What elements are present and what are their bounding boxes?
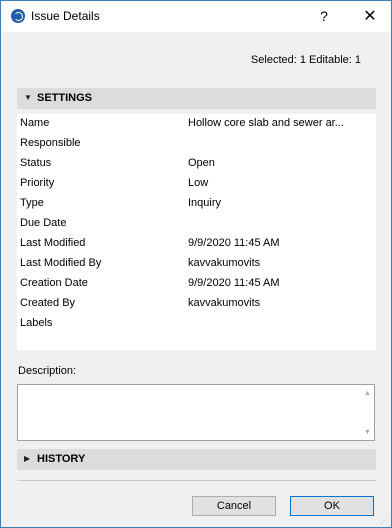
property-row-status[interactable]: Status Open [17,154,376,174]
property-value: kavvakumovits [188,297,261,309]
chevron-right-icon: ▶ [24,454,31,463]
property-value: 9/9/2020 11:45 AM [188,237,280,249]
property-label: Name [20,117,50,129]
property-value[interactable]: Inquiry [188,197,368,209]
settings-properties-list: Name Hollow core slab and sewer ar... Re… [17,114,376,350]
cancel-button[interactable]: Cancel [192,496,276,516]
history-section-header[interactable]: ▶ HISTORY [17,449,376,470]
property-label: Priority [20,177,55,189]
property-row-responsible[interactable]: Responsible [17,134,376,154]
property-row-priority[interactable]: Priority Low [17,174,376,194]
chevron-down-icon: ▼ [24,93,32,102]
settings-header-label: SETTINGS [37,92,93,104]
property-label: Last Modified By [20,257,102,269]
history-header-label: HISTORY [37,453,86,465]
description-label: Description: [18,365,77,377]
property-label: Creation Date [20,277,88,289]
property-label: Type [20,197,44,209]
property-row-type[interactable]: Type Inquiry [17,194,376,214]
window-title: Issue Details [31,9,100,23]
property-row-labels[interactable]: Labels [17,314,376,334]
property-row-creation-date: Creation Date 9/9/2020 11:45 AM [17,274,376,294]
settings-section-header[interactable]: ▼ SETTINGS [17,88,376,109]
property-label: Last Modified [20,237,86,249]
property-label: Responsible [20,137,81,149]
title-bar: Issue Details ? ✕ [1,1,391,32]
property-row-due-date[interactable]: Due Date [17,214,376,234]
ok-button[interactable]: OK [290,496,374,516]
property-value: kavvakumovits [188,257,261,269]
selection-info: Selected: 1 Editable: 1 [250,54,361,66]
property-value[interactable]: Open [188,157,368,169]
property-row-name[interactable]: Name Hollow core slab and sewer ar... [17,114,376,134]
issue-details-dialog: Issue Details ? ✕ Selected: 1 Editable: … [0,0,392,528]
app-logo-icon [11,9,25,23]
property-label: Labels [20,317,53,329]
help-button[interactable]: ? [309,1,339,32]
divider [17,480,376,481]
property-label: Status [20,157,52,169]
close-button[interactable]: ✕ [353,1,387,32]
property-label: Created By [20,297,76,309]
property-value[interactable]: Low [188,177,368,189]
property-row-last-modified: Last Modified 9/9/2020 11:45 AM [17,234,376,254]
scroll-up-arrow-icon[interactable]: ▲ [364,390,387,397]
description-textarea[interactable] [17,384,375,441]
resize-grip-icon[interactable]: ⋰ [380,516,388,525]
property-row-created-by: Created By kavvakumovits [17,294,376,314]
property-row-last-modified-by: Last Modified By kavvakumovits [17,254,376,274]
property-value[interactable]: Hollow core slab and sewer ar... [188,117,368,129]
property-label: Due Date [20,217,67,229]
property-value: 9/9/2020 11:45 AM [188,277,280,289]
